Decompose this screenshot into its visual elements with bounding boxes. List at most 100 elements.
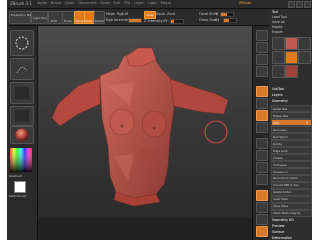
crease-lvl-slider[interactable]: Crease Lvl xyxy=(271,168,312,175)
menu-item[interactable]: File xyxy=(124,1,130,5)
geometry-hd-label[interactable]: Geometry HD xyxy=(272,218,294,222)
light-box-button[interactable]: Light Box xyxy=(31,11,48,24)
material-selector[interactable] xyxy=(10,126,34,144)
zoom-button[interactable] xyxy=(256,42,268,53)
menu-item[interactable]: Draw xyxy=(100,1,109,5)
edit-button[interactable]: Edit xyxy=(48,11,63,24)
color-picker[interactable] xyxy=(10,148,32,172)
local-button[interactable] xyxy=(256,110,268,121)
z-intensity-label: Z Intensity xyxy=(144,19,163,23)
stroke-icon xyxy=(16,67,28,74)
lower-res-label: Lower Res xyxy=(273,107,288,111)
brush-selector[interactable] xyxy=(10,30,34,56)
polyf-button[interactable] xyxy=(256,190,268,201)
tool-thumb-2[interactable] xyxy=(298,37,311,50)
aahalf-button[interactable] xyxy=(256,66,268,77)
material-sphere-icon xyxy=(15,128,29,142)
higher-res-button[interactable]: Higher Res xyxy=(271,112,312,119)
floor-button[interactable] xyxy=(256,98,268,109)
transp-button[interactable] xyxy=(256,202,268,213)
menu-item[interactable]: Color xyxy=(65,1,74,5)
maximize-button[interactable] xyxy=(296,1,303,8)
delete-hidden-button[interactable]: Delete Hidden xyxy=(271,189,312,196)
menu-item[interactable]: Alpha xyxy=(37,1,47,5)
menu-item[interactable]: Macro xyxy=(161,1,172,5)
focal-shift-slider[interactable] xyxy=(220,12,234,17)
sculpt-model[interactable] xyxy=(38,26,252,218)
frame-button[interactable] xyxy=(256,138,268,149)
scale-view-button[interactable] xyxy=(256,162,268,173)
switch-color-label[interactable]: SwitchColor xyxy=(9,194,27,198)
document-canvas[interactable] xyxy=(38,26,252,218)
preview-label[interactable]: Preview xyxy=(272,224,284,228)
subtool-label[interactable]: SubTool xyxy=(272,87,284,91)
move-view-button[interactable] xyxy=(256,150,268,161)
zsub-label[interactable]: Zsub xyxy=(156,12,165,16)
tool-thumb-7[interactable] xyxy=(285,65,298,78)
tool-thumb-5[interactable] xyxy=(298,51,311,64)
tool-thumb-1[interactable] xyxy=(272,37,285,50)
save-as-button[interactable]: Save As xyxy=(272,20,285,24)
texture-icon xyxy=(15,110,29,122)
z-intensity-slider[interactable] xyxy=(170,19,184,24)
crease-button[interactable]: Crease xyxy=(271,154,312,161)
minimize-button[interactable] xyxy=(288,1,295,8)
draw-size-value: 64 xyxy=(215,18,220,22)
edge-loop-button[interactable]: Edge Loop xyxy=(271,147,312,154)
menu-item[interactable]: Edit xyxy=(114,1,121,5)
persp-button[interactable] xyxy=(256,86,268,97)
texture-selector[interactable] xyxy=(10,106,34,126)
geometry-label[interactable]: Geometry xyxy=(272,99,288,103)
rgb-intensity-slider[interactable] xyxy=(128,18,142,23)
m-label[interactable]: M xyxy=(125,12,128,16)
view-controls-strip xyxy=(252,26,270,240)
sdiv-slider[interactable]: SDiv 4 xyxy=(271,119,312,126)
rotate-view-button[interactable] xyxy=(256,174,268,185)
projection-master-button[interactable]: Projection Master xyxy=(9,11,37,24)
app-title: ZBrush 3.1 xyxy=(10,1,32,6)
higher-res-label: Higher Res xyxy=(273,114,289,118)
rgb-label[interactable]: Rgb xyxy=(117,12,124,16)
ghost-button[interactable] xyxy=(256,214,268,225)
main-menu-bar: Alpha Brush Color Document Draw Edit File Layer… xyxy=(37,1,171,5)
tool-thumb-6[interactable] xyxy=(272,65,285,78)
tool-thumb-4[interactable] xyxy=(285,51,298,64)
export-button[interactable]: Export xyxy=(272,30,282,34)
load-tool-button[interactable]: Load Tool xyxy=(272,15,287,19)
import-button[interactable]: Import xyxy=(272,25,283,29)
scale-label: Scale xyxy=(85,19,93,23)
menu-item[interactable]: Light xyxy=(148,1,157,5)
reconstruct-subdiv-button[interactable]: Reconstruct Subdiv xyxy=(271,175,312,182)
solo-button[interactable] xyxy=(256,226,268,237)
uncrease-button[interactable]: UnCrease xyxy=(271,161,312,168)
scroll-button[interactable] xyxy=(256,30,268,41)
close-button[interactable] xyxy=(304,1,311,8)
rotate-button[interactable]: Rotate xyxy=(94,11,105,24)
menu-item[interactable]: Brush xyxy=(51,1,61,5)
menu-item[interactable]: Layer xyxy=(134,1,144,5)
alpha-selector[interactable] xyxy=(10,82,34,104)
del-lower-button[interactable]: Del Lower xyxy=(271,126,312,133)
divide-button[interactable]: Divide xyxy=(271,140,312,147)
mrgb-label[interactable]: Mrgb xyxy=(106,12,115,16)
tool-thumb-3[interactable] xyxy=(272,51,285,64)
actual-button[interactable] xyxy=(256,54,268,65)
layers-label[interactable]: Layers xyxy=(272,93,283,97)
convert-bpr-button[interactable]: Convert BPR to Geo xyxy=(271,182,312,189)
main-color-swatch[interactable] xyxy=(14,181,26,193)
insert-mesh-button[interactable]: Insert Mesh xyxy=(271,196,312,203)
lower-res-button[interactable]: Lower Res xyxy=(271,105,312,112)
stroke-selector[interactable] xyxy=(10,58,34,80)
deformation-label[interactable]: Deformation xyxy=(272,236,292,240)
xyz-button[interactable] xyxy=(256,122,268,133)
surface-label[interactable]: Surface xyxy=(272,230,284,234)
del-higher-button[interactable]: Del Higher xyxy=(271,133,312,140)
gradient-label: Gradient xyxy=(9,174,23,178)
tool-thumb-current[interactable] xyxy=(285,37,298,50)
close-holes-button[interactable]: Close Holes xyxy=(271,203,312,210)
check-mesh-button[interactable]: Check Mesh Integrity xyxy=(271,210,312,217)
draw-size-slider[interactable] xyxy=(223,18,237,23)
menu-item[interactable]: Document xyxy=(78,1,96,5)
zadd-button[interactable]: Zadd xyxy=(144,11,156,19)
zcut-label[interactable]: Zcut xyxy=(167,12,175,16)
